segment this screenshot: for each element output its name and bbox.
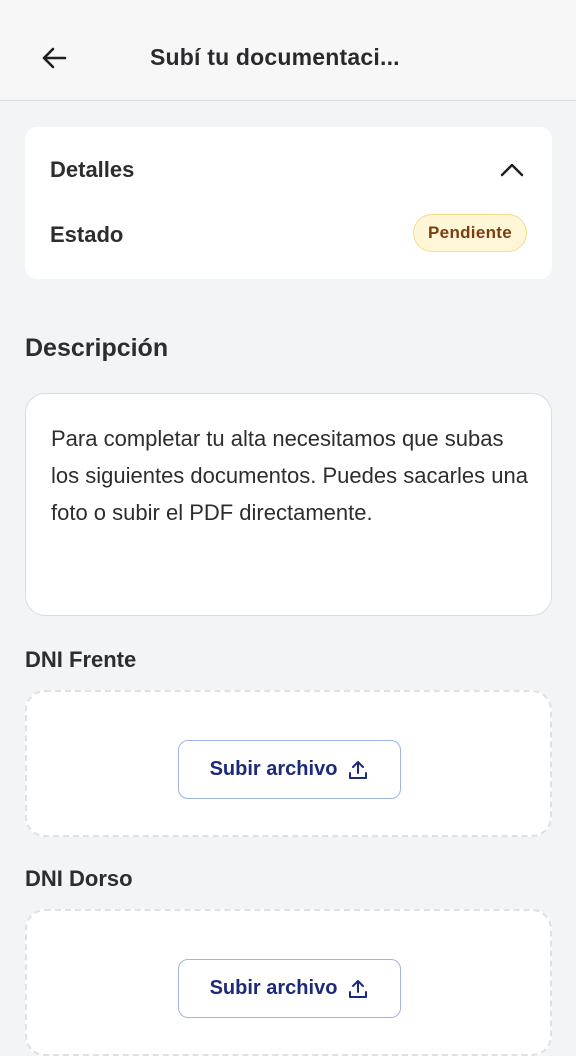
upload-button-label: Subir archivo <box>209 977 338 999</box>
back-button[interactable] <box>34 38 74 78</box>
dni-frente-label: DNI Frente <box>25 647 137 672</box>
dni-frente-upload-button[interactable]: Subir archivo <box>178 740 401 799</box>
upload-icon <box>349 760 368 779</box>
dni-frente-dropzone[interactable]: Subir archivo <box>25 690 552 837</box>
upload-button-label: Subir archivo <box>209 758 338 780</box>
upload-icon <box>349 979 368 998</box>
details-card: Detalles Estado Pendiente <box>25 127 552 279</box>
collapse-details-button[interactable] <box>496 155 528 187</box>
arrow-left-icon <box>42 47 67 69</box>
description-title: Descripción <box>25 334 169 362</box>
dni-dorso-upload-button[interactable]: Subir archivo <box>178 959 401 1018</box>
chevron-up-icon <box>500 163 524 177</box>
status-label: Estado <box>50 222 124 247</box>
description-text: Para completar tu alta necesitamos que s… <box>51 426 528 525</box>
details-title: Detalles <box>50 157 135 182</box>
dni-dorso-label: DNI Dorso <box>25 866 133 891</box>
status-badge: Pendiente <box>413 214 527 252</box>
page-title: Subí tu documentaci... <box>150 44 400 70</box>
top-app-bar: Subí tu documentaci... <box>0 0 576 101</box>
dni-dorso-dropzone[interactable]: Subir archivo <box>25 909 552 1056</box>
description-card: Para completar tu alta necesitamos que s… <box>25 393 552 616</box>
